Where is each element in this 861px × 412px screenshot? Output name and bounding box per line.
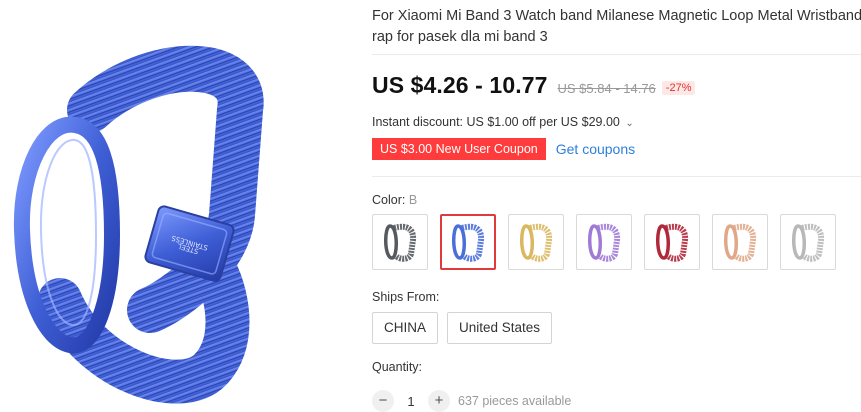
band-thumbnail-icon	[520, 223, 553, 262]
original-price: US $5.84 - 14.76	[557, 81, 656, 96]
color-swatch-blue[interactable]	[440, 214, 496, 270]
band-thumbnail-icon	[588, 223, 621, 262]
get-coupons-link[interactable]: Get coupons	[556, 141, 635, 157]
color-swatch-red[interactable]	[644, 214, 700, 270]
color-swatch-gold[interactable]	[508, 214, 564, 270]
instant-discount-text: Instant discount: US $1.00 off per US $2…	[372, 115, 620, 129]
band-thumbnail-icon	[656, 223, 689, 262]
ships-from-china[interactable]: CHINA	[372, 312, 439, 344]
quantity-value[interactable]: 1	[394, 394, 428, 409]
product-image[interactable]: STAINLESS STEEL	[0, 0, 350, 404]
new-user-coupon-badge[interactable]: US $3.00 New User Coupon	[372, 138, 550, 160]
band-thumbnail-icon	[384, 223, 417, 262]
watch-band-image: STAINLESS STEEL	[13, 45, 264, 404]
product-info-panel: For Xiaomi Mi Band 3 Watch band Milanese…	[372, 0, 861, 412]
color-label-text: Color:	[372, 193, 406, 207]
color-swatch-purple[interactable]	[576, 214, 632, 270]
product-title-line1: For Xiaomi Mi Band 3 Watch band Milanese…	[372, 8, 861, 24]
band-thumbnail-icon	[452, 223, 485, 262]
color-label: Color: B	[372, 193, 417, 207]
color-selected-value: B	[408, 193, 418, 207]
price-row: US $4.26 - 10.77 US $5.84 - 14.76 -27%	[372, 72, 696, 102]
ships-from-label: Ships From:	[372, 290, 440, 304]
color-swatch-black[interactable]	[372, 214, 428, 270]
pieces-available: 637 pieces available	[458, 394, 572, 408]
quantity-stepper: − 1 + 637 pieces available	[372, 390, 571, 412]
band-thumbnail-icon	[724, 223, 757, 262]
discount-badge: -27%	[661, 81, 696, 95]
chevron-down-icon[interactable]: ⌄	[625, 118, 633, 129]
divider	[372, 54, 861, 55]
color-swatch-rose-gold[interactable]	[712, 214, 768, 270]
quantity-increase-button[interactable]: +	[428, 390, 450, 412]
quantity-decrease-button[interactable]: −	[372, 390, 394, 412]
current-price: US $4.26 - 10.77	[372, 72, 548, 98]
ships-from-options: CHINA United States	[372, 312, 553, 344]
instant-discount[interactable]: Instant discount: US $1.00 off per US $2…	[372, 115, 634, 129]
band-thumbnail-icon	[792, 223, 825, 262]
product-title-line2: rap for pasek dla mi band 3	[372, 29, 548, 45]
color-swatch-silver[interactable]	[780, 214, 836, 270]
quantity-label: Quantity:	[372, 360, 423, 374]
divider	[372, 176, 861, 177]
ships-from-united-states[interactable]: United States	[447, 312, 553, 344]
coupon-row: US $3.00 New User Coupon Get coupons	[372, 138, 635, 160]
color-swatch-list	[372, 214, 836, 270]
product-title: For Xiaomi Mi Band 3 Watch band Milanese…	[372, 6, 861, 48]
